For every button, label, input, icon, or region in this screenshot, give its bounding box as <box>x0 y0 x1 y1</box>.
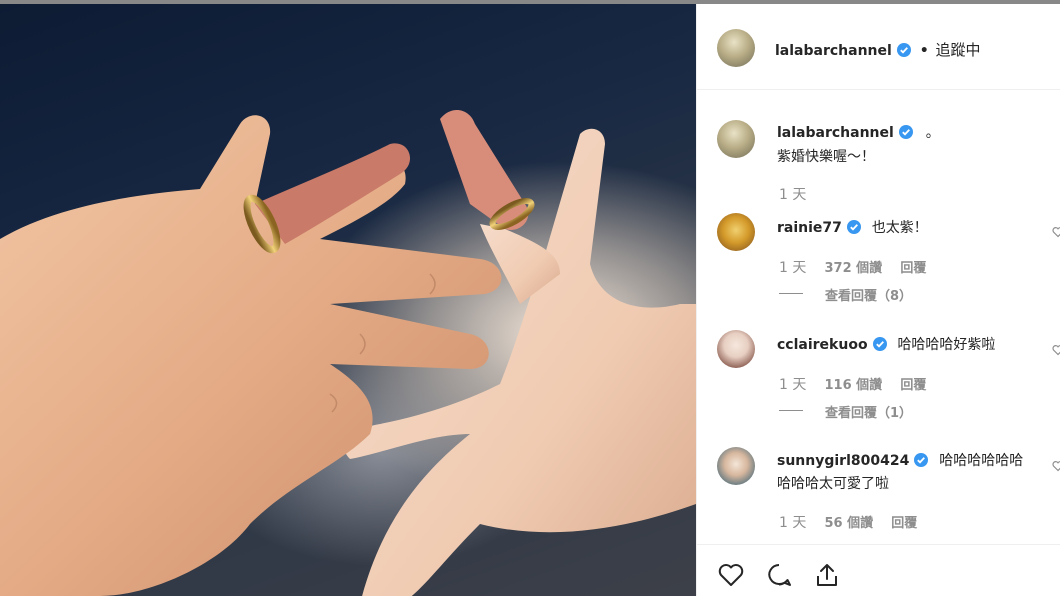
post-photo <box>0 4 696 596</box>
view-replies-link[interactable]: 查看回覆（8） <box>825 285 912 304</box>
comment-text-line1: 哈哈哈哈哈哈 <box>939 453 1024 469</box>
comment-text-line2: 哈哈哈太可愛了啦 <box>777 476 889 492</box>
comment-time[interactable]: 1 天 <box>779 260 806 276</box>
caption-author-username[interactable]: lalabarchannel <box>777 125 894 141</box>
commenter-username[interactable]: cclairekuoo <box>777 337 868 353</box>
comment-meta: 1 天 116 個讚 回覆 <box>779 374 926 394</box>
heart-icon[interactable] <box>717 561 745 589</box>
verified-badge-icon <box>872 337 887 351</box>
comment-likes[interactable]: 116 個讚 <box>825 378 883 393</box>
caption-suffix: 。 <box>925 125 940 141</box>
author-avatar[interactable] <box>717 29 755 67</box>
verified-badge-icon <box>898 125 913 139</box>
comment-row: sunnygirl800424 哈哈哈哈哈哈 <box>777 450 1023 470</box>
post-action-bar <box>697 544 1060 596</box>
hands-with-rings-image <box>0 109 696 596</box>
comment-text: 也太紫！ <box>871 220 928 236</box>
caption-text: 紫婚快樂喔～！ <box>777 149 875 165</box>
replies-divider <box>779 410 803 411</box>
comment-row: rainie77 也太紫！ <box>777 217 928 237</box>
comment-like-heart-icon[interactable] <box>1052 226 1060 238</box>
verified-badge-icon <box>896 43 911 57</box>
comment-time[interactable]: 1 天 <box>779 377 806 393</box>
commenter-avatar[interactable] <box>717 330 755 368</box>
comment-likes[interactable]: 372 個讚 <box>825 261 883 276</box>
header-separator-dot: • <box>919 43 929 59</box>
commenter-avatar[interactable] <box>717 447 755 485</box>
follow-status[interactable]: 追蹤中 <box>936 41 981 59</box>
comment-like-heart-icon[interactable] <box>1052 460 1060 472</box>
comment-meta: 1 天 56 個讚 回覆 <box>779 512 917 532</box>
commenter-avatar[interactable] <box>717 213 755 251</box>
verified-badge-icon <box>914 453 929 467</box>
view-replies-link[interactable]: 查看回覆（1） <box>825 402 912 421</box>
comment-row: cclairekuoo 哈哈哈哈好紫啦 <box>777 334 995 354</box>
comment-like-heart-icon[interactable] <box>1052 344 1060 356</box>
reply-button[interactable]: 回覆 <box>891 516 917 531</box>
author-name-row: lalabarchannel • 追蹤中 <box>775 39 981 60</box>
comment-text: 哈哈哈哈好紫啦 <box>897 337 996 353</box>
caption-author-row: lalabarchannel 。 <box>777 122 940 142</box>
author-username[interactable]: lalabarchannel <box>775 43 892 59</box>
share-icon[interactable] <box>813 561 841 589</box>
reply-button[interactable]: 回覆 <box>900 261 926 276</box>
caption-author-avatar[interactable] <box>717 120 755 158</box>
comment-time[interactable]: 1 天 <box>779 515 806 531</box>
verified-badge-icon <box>846 220 861 234</box>
commenter-username[interactable]: sunnygirl800424 <box>777 453 909 469</box>
post-header: lalabarchannel • 追蹤中 <box>697 4 1060 90</box>
comment-meta: 1 天 372 個讚 回覆 <box>779 257 926 277</box>
replies-divider <box>779 293 803 294</box>
comment-bubble-icon[interactable] <box>765 561 793 589</box>
commenter-username[interactable]: rainie77 <box>777 220 842 236</box>
comment-likes[interactable]: 56 個讚 <box>825 516 874 531</box>
caption-time[interactable]: 1 天 <box>779 184 806 204</box>
post-side-panel: lalabarchannel • 追蹤中 lalabarchannel 。 紫婚… <box>696 4 1060 596</box>
reply-button[interactable]: 回覆 <box>900 378 926 393</box>
